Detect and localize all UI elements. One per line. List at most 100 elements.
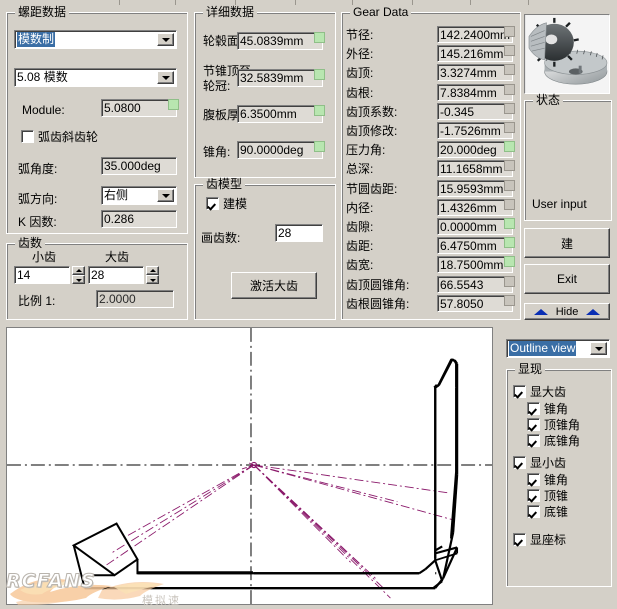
chevron-down-icon[interactable] xyxy=(590,342,607,355)
gear-data-field[interactable]: 142.2400mm xyxy=(437,26,513,43)
gear-data-field[interactable]: 0.0000mm xyxy=(437,218,513,235)
display-options-title: 显现 xyxy=(515,363,546,375)
gear-data-handle-icon[interactable] xyxy=(504,141,515,153)
pinion-teeth-field[interactable]: 14 xyxy=(14,266,70,284)
teeth-count-group-title: 齿数 xyxy=(15,237,46,249)
gear-data-field[interactable]: 6.4750mm xyxy=(437,237,513,255)
gear-data-field[interactable]: 18.7500mm xyxy=(437,256,513,274)
spiral-angle-field[interactable]: 35.000deg xyxy=(101,157,177,175)
checkbox-box[interactable] xyxy=(527,473,540,486)
gear-teeth-field[interactable]: 28 xyxy=(88,266,144,284)
checkbox-box[interactable] xyxy=(513,456,526,469)
gear-data-field[interactable]: 57.8050 xyxy=(437,294,513,312)
display-option-checkbox[interactable]: 显小齿 xyxy=(513,456,566,469)
gear-data-handle-icon[interactable] xyxy=(504,45,515,57)
checkbox-box[interactable] xyxy=(527,505,540,518)
gear-data-handle-icon[interactable] xyxy=(504,198,515,210)
ratio-label: 比例 1: xyxy=(18,294,56,308)
gear-data-handle-icon[interactable] xyxy=(504,160,515,172)
module-combo[interactable]: 5.08 模数 xyxy=(14,68,177,87)
gear-data-label: 节径: xyxy=(346,28,374,42)
stepper-down-icon[interactable] xyxy=(146,275,159,284)
gear-data-field[interactable]: 11.1658mm xyxy=(437,160,513,178)
gear-data-handle-icon[interactable] xyxy=(504,179,515,191)
gear-data-handle-icon[interactable] xyxy=(504,64,515,76)
gear-teeth-stepper[interactable] xyxy=(146,266,159,284)
gear-data-label: 齿顶圆锥角: xyxy=(346,277,410,292)
draw-teeth-count-field[interactable]: 28 xyxy=(275,224,323,242)
checkbox-box[interactable] xyxy=(21,130,34,143)
system-combo[interactable]: 模数制 xyxy=(14,30,177,49)
gear-data-field[interactable]: -0.345 xyxy=(437,102,513,120)
stepper-up-icon[interactable] xyxy=(72,266,85,275)
toolbar-tick xyxy=(528,0,529,5)
activate-gear-button[interactable]: 激活大齿 xyxy=(231,272,317,299)
gear-data-handle-icon[interactable] xyxy=(504,275,515,287)
chevron-down-icon[interactable] xyxy=(157,189,174,202)
hide-button[interactable]: Hide xyxy=(524,303,610,320)
checkbox-box[interactable] xyxy=(527,434,540,447)
build-button[interactable]: 建 xyxy=(524,228,610,258)
gear-data-field[interactable]: 3.3274mm xyxy=(437,64,513,82)
gear-data-handle-icon[interactable] xyxy=(504,26,515,37)
gear-data-field[interactable]: 66.5543 xyxy=(437,275,513,293)
cone-angle-handle-icon[interactable] xyxy=(314,141,325,152)
gear-data-field[interactable]: 145.216mm xyxy=(437,45,513,63)
gear-data-handle-icon[interactable] xyxy=(504,256,515,268)
checkbox-box[interactable] xyxy=(513,385,526,398)
checkbox-box[interactable] xyxy=(206,197,219,210)
gear-data-label: 总深: xyxy=(346,162,374,177)
face-width-handle-icon[interactable] xyxy=(314,32,325,43)
gear-data-field[interactable]: 15.9593mm xyxy=(437,179,513,197)
gear-data-label: 节圆齿距: xyxy=(346,181,398,196)
display-option-label: 锥角 xyxy=(544,472,569,487)
cone-angle-field[interactable]: 90.0000deg xyxy=(237,141,323,159)
web-thickness-field[interactable]: 6.3500mm xyxy=(237,105,323,123)
display-option-checkbox[interactable]: 底锥 xyxy=(527,505,568,518)
checkbox-box[interactable] xyxy=(527,418,540,431)
gear-data-field[interactable]: 20.000deg xyxy=(437,141,513,159)
view-mode-combo[interactable]: Outline view xyxy=(506,339,610,358)
exit-button[interactable]: Exit xyxy=(524,264,610,294)
chevron-down-icon[interactable] xyxy=(157,33,174,46)
gear-data-field[interactable]: 7.8384mm xyxy=(437,83,513,101)
chevron-down-icon[interactable] xyxy=(157,71,174,84)
display-option-checkbox[interactable]: 顶锥 xyxy=(527,489,568,502)
display-option-checkbox[interactable]: 顶锥角 xyxy=(527,418,580,431)
gear-data-handle-icon[interactable] xyxy=(504,294,515,306)
gear-data-handle-icon[interactable] xyxy=(504,237,515,249)
checkbox-box[interactable] xyxy=(513,533,526,546)
checkbox-box[interactable] xyxy=(527,489,540,502)
module-label: Module: xyxy=(22,103,65,117)
display-option-checkbox[interactable]: 锥角 xyxy=(527,473,568,486)
module-handle-icon[interactable] xyxy=(168,99,179,110)
cone-to-crown-field[interactable]: 32.5839mm xyxy=(237,69,323,87)
gear-data-handle-icon[interactable] xyxy=(504,83,515,95)
modeling-checkbox[interactable]: 建模 xyxy=(206,197,247,210)
stepper-down-icon[interactable] xyxy=(72,275,85,284)
pinion-label: 小齿 xyxy=(32,250,57,264)
module-field[interactable]: 5.0800 xyxy=(101,99,177,117)
gear-data-handle-icon[interactable] xyxy=(504,218,515,229)
display-option-checkbox[interactable]: 显座标 xyxy=(513,533,566,546)
web-thickness-handle-icon[interactable] xyxy=(314,105,325,116)
display-option-checkbox[interactable]: 底锥角 xyxy=(527,434,580,447)
k-factor-field[interactable]: 0.286 xyxy=(101,210,177,228)
checkbox-box[interactable] xyxy=(527,402,540,415)
display-option-checkbox[interactable]: 锥角 xyxy=(527,402,568,415)
gear-data-field[interactable]: -1.7526mm xyxy=(437,122,513,139)
spiral-bevel-checkbox[interactable]: 弧齿斜齿轮 xyxy=(21,130,98,143)
stepper-up-icon[interactable] xyxy=(146,266,159,275)
face-width-field[interactable]: 45.0839mm xyxy=(237,32,323,50)
spiral-hand-combo[interactable]: 右侧 xyxy=(101,186,177,205)
gear-data-field[interactable]: 1.4326mm xyxy=(437,198,513,216)
pinion-teeth-stepper[interactable] xyxy=(72,266,85,284)
toolbar-edge xyxy=(0,0,617,8)
gear-data-handle-icon[interactable] xyxy=(504,122,515,133)
gear-preview xyxy=(524,14,610,94)
cone-to-crown-handle-icon[interactable] xyxy=(314,69,325,80)
drawing-canvas[interactable] xyxy=(6,327,493,605)
display-option-checkbox[interactable]: 显大齿 xyxy=(513,385,566,398)
triangle-up-icon xyxy=(533,308,548,315)
gear-data-handle-icon[interactable] xyxy=(504,102,515,114)
